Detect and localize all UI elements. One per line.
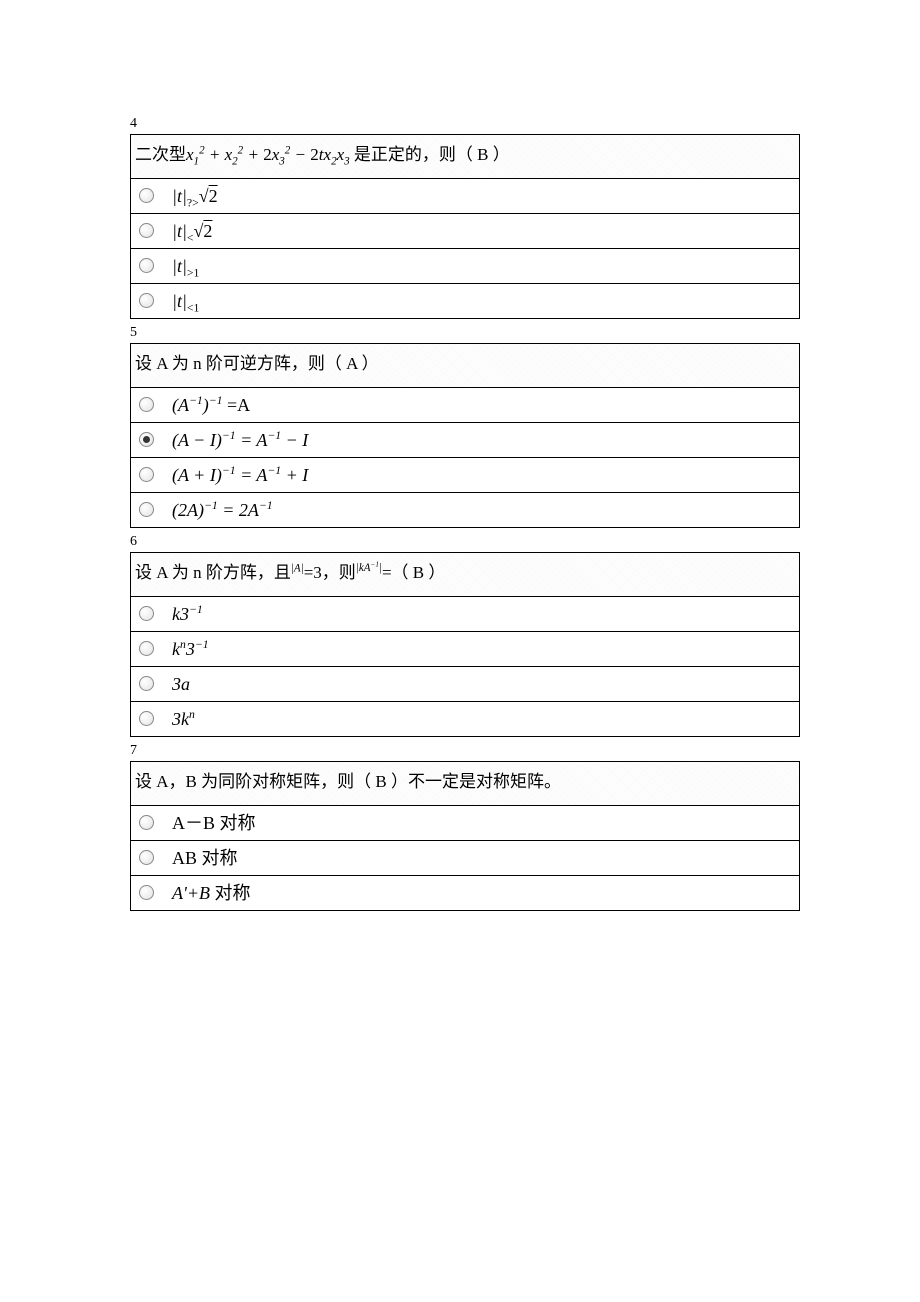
option-row[interactable]: (A − I)−1 = A−1 − I (131, 423, 799, 458)
question-block: 设 A 为 n 阶方阵，且|A|=3，则|kA−1|=（ B ） k3−1 kn3−… (130, 552, 800, 737)
option-row[interactable]: A－B 对称 (131, 806, 799, 841)
option-text: k3−1 (172, 605, 203, 623)
question-block: 设 A，B 为同阶对称矩阵，则（ B ）不一定是对称矩阵。 A－B 对称 AB 对称… (130, 761, 800, 911)
option-text: |t|<1 (172, 292, 199, 310)
option-row[interactable]: |t|<√2 (131, 214, 799, 249)
option-text: (2A)−1 = 2A−1 (172, 501, 273, 519)
question-number: 4 (130, 116, 800, 132)
radio-icon[interactable] (139, 676, 154, 691)
radio-icon[interactable] (139, 467, 154, 482)
question-stem: 设 A，B 为同阶对称矩阵，则（ B ）不一定是对称矩阵。 (131, 762, 799, 806)
radio-icon[interactable] (139, 397, 154, 412)
radio-icon[interactable] (139, 850, 154, 865)
option-text: |t|>1 (172, 257, 199, 275)
option-text: A'+B 对称 (172, 884, 251, 902)
question-stem: 设 A 为 n 阶方阵，且|A|=3，则|kA−1|=（ B ） (131, 553, 799, 597)
radio-icon[interactable] (139, 258, 154, 273)
radio-icon[interactable] (139, 606, 154, 621)
radio-icon[interactable] (139, 502, 154, 517)
option-row[interactable]: AB 对称 (131, 841, 799, 876)
option-text: AB 对称 (172, 849, 238, 867)
radio-icon[interactable] (139, 188, 154, 203)
option-text: A－B 对称 (172, 814, 256, 832)
question-number: 6 (130, 534, 800, 550)
option-text: (A−1)−1 =A (172, 396, 250, 414)
radio-icon[interactable] (139, 293, 154, 308)
question-block: 设 A 为 n 阶可逆方阵，则（ A ） (A−1)−1 =A (A − I)−1 … (130, 343, 800, 528)
radio-icon[interactable] (139, 432, 154, 447)
radio-icon[interactable] (139, 223, 154, 238)
option-row[interactable]: (A + I)−1 = A−1 + I (131, 458, 799, 493)
option-text: (A − I)−1 = A−1 − I (172, 431, 308, 449)
option-row[interactable]: 3kn (131, 702, 799, 736)
option-row[interactable]: |t|<1 (131, 284, 799, 318)
option-row[interactable]: |t|?>√2 (131, 179, 799, 214)
option-text: 3a (172, 675, 190, 693)
radio-icon[interactable] (139, 711, 154, 726)
option-row[interactable]: k3−1 (131, 597, 799, 632)
option-row[interactable]: 3a (131, 667, 799, 702)
option-text: |t|<√2 (172, 222, 212, 240)
radio-icon[interactable] (139, 815, 154, 830)
question-stem: 二次型x12 + x22 + 2x32 − 2tx2x3 是正定的，则（ B ） (131, 135, 799, 179)
option-text: kn3−1 (172, 640, 209, 658)
option-text: 3kn (172, 710, 195, 728)
option-row[interactable]: A'+B 对称 (131, 876, 799, 910)
question-block: 二次型x12 + x22 + 2x32 − 2tx2x3 是正定的，则（ B ）… (130, 134, 800, 319)
question-stem: 设 A 为 n 阶可逆方阵，则（ A ） (131, 344, 799, 388)
option-row[interactable]: kn3−1 (131, 632, 799, 667)
radio-icon[interactable] (139, 641, 154, 656)
option-row[interactable]: |t|>1 (131, 249, 799, 284)
option-row[interactable]: (2A)−1 = 2A−1 (131, 493, 799, 527)
question-number: 5 (130, 325, 800, 341)
option-text: (A + I)−1 = A−1 + I (172, 466, 308, 484)
option-row[interactable]: (A−1)−1 =A (131, 388, 799, 423)
radio-icon[interactable] (139, 885, 154, 900)
question-number: 7 (130, 743, 800, 759)
option-text: |t|?>√2 (172, 187, 218, 205)
